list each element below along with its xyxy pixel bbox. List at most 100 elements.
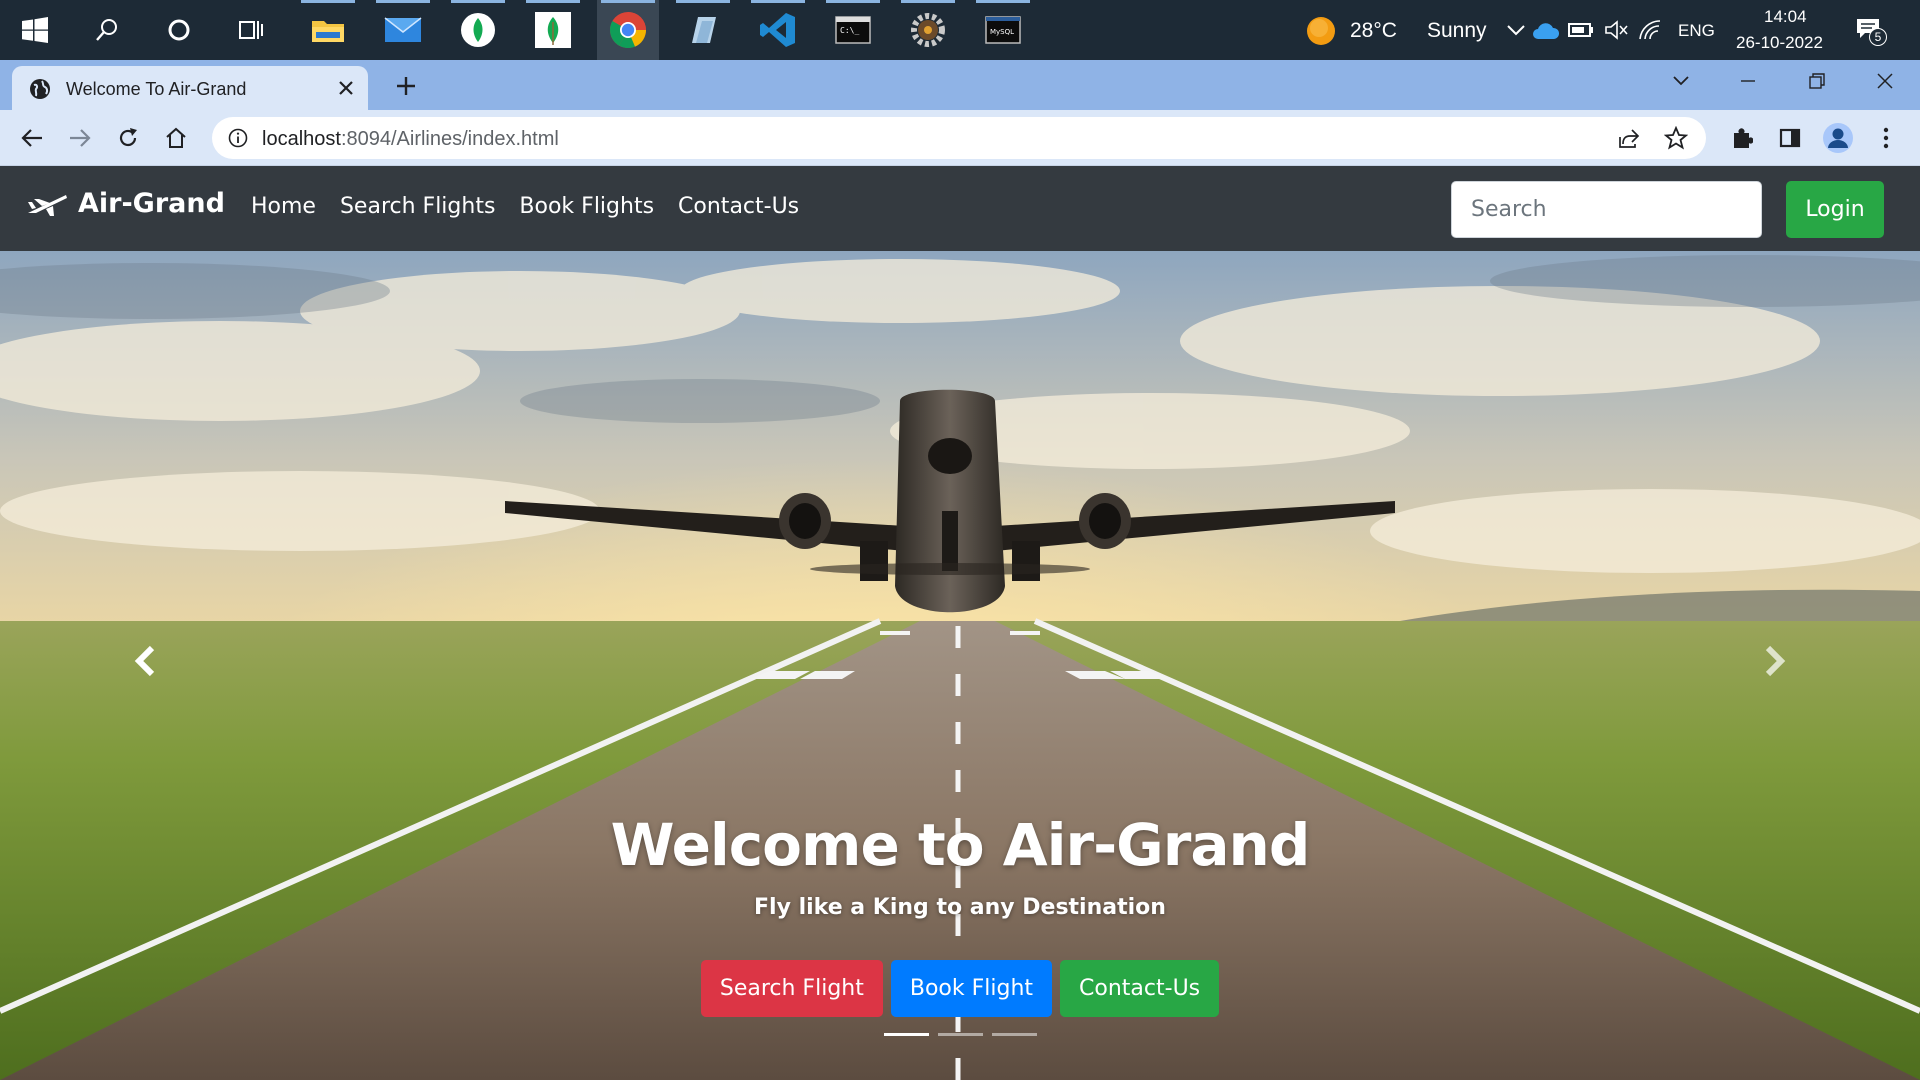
puzzle-icon [1734,128,1753,148]
url-text: localhost:8094/Airlines/index.html [262,128,559,151]
clock-time[interactable]: 14:04 [1764,7,1807,27]
carousel-indicator[interactable] [937,1033,983,1036]
tab-close-button[interactable] [334,76,358,100]
back-button[interactable] [14,120,50,156]
network-button[interactable] [1638,19,1664,45]
more-vertical-icon [1883,127,1889,149]
hero-title: Welcome to Air-Grand [610,811,1311,879]
cloud-icon [1533,23,1560,39]
minimize-icon [1741,80,1755,82]
notebook-app-button[interactable] [672,0,734,60]
site-navbar: Air-Grand Home Search Flights Book Fligh… [0,166,1920,251]
new-tab-button[interactable] [390,70,422,102]
forward-button[interactable] [62,120,98,156]
mysql-button[interactable]: MySQL [972,0,1034,60]
carousel-indicator[interactable] [991,1033,1037,1036]
task-view-button[interactable] [220,0,282,60]
nav-home[interactable]: Home [251,194,316,219]
carousel-indicator[interactable] [883,1033,929,1036]
taskbar-search-button[interactable] [76,0,138,60]
folder-icon [312,21,344,42]
chrome-icon [610,12,646,49]
chevron-left-icon [134,645,155,677]
chevron-right-icon [1765,645,1786,677]
vscode-button[interactable] [747,0,809,60]
notebook-app-icon [692,17,716,43]
restore-icon [1809,73,1825,89]
nav-book-flights[interactable]: Book Flights [519,194,654,219]
close-icon [1877,73,1893,89]
file-explorer-button[interactable] [297,0,359,60]
language-indicator[interactable]: ENG [1678,21,1715,41]
svg-text:C:\_: C:\_ [840,26,859,35]
contact-us-button[interactable]: Contact-Us [1060,960,1220,1017]
windows-logo-icon [22,17,48,43]
nav-links: Home Search Flights Book Flights Contact… [251,194,799,219]
mongodb-compass-icon [461,13,495,47]
browser-toolbar: localhost:8094/Airlines/index.html [0,110,1920,166]
search-icon [96,19,117,41]
reload-button[interactable] [110,120,146,156]
notification-count: 5 [1869,28,1887,46]
mysql-icon: MySQL [985,16,1021,44]
hero-background-image [0,251,1920,1080]
brand-link[interactable]: Air-Grand [26,188,225,219]
brand-name: Air-Grand [78,188,225,219]
volume-button[interactable] [1604,19,1628,45]
weather-widget[interactable] [1306,16,1336,50]
battery-icon [1568,23,1593,37]
browser-tab-strip: Welcome To Air-Grand [0,60,1920,110]
onedrive-icon-button[interactable] [1532,22,1560,44]
nav-search-flights[interactable]: Search Flights [340,194,495,219]
carousel-prev-button[interactable] [120,631,170,691]
search-flight-button[interactable]: Search Flight [700,960,883,1017]
search-input[interactable] [1451,181,1762,238]
close-window-button[interactable] [1850,60,1920,102]
task-view-icon [239,21,263,39]
share-icon[interactable] [1618,127,1640,149]
terminal-icon: C:\_ [835,16,871,44]
tab-title: Welcome To Air-Grand [66,79,247,99]
chevron-up-icon [1507,25,1525,36]
side-panel-button[interactable] [1772,120,1808,156]
browser-tab-active[interactable]: Welcome To Air-Grand [12,66,368,110]
chrome-button[interactable] [597,0,659,60]
cortana-button[interactable] [148,0,210,60]
tab-search-button[interactable] [1646,60,1716,102]
mongodb-leaf-icon [535,12,571,48]
terminal-button[interactable]: C:\_ [822,0,884,60]
book-flight-button[interactable]: Book Flight [890,960,1053,1017]
carousel-next-button[interactable] [1750,631,1800,691]
weather-condition[interactable]: Sunny [1427,19,1487,43]
notifications-button[interactable]: 5 [1855,16,1887,48]
browser-menu-button[interactable] [1868,120,1904,156]
profile-button[interactable] [1820,120,1856,156]
battery-button[interactable] [1568,22,1594,42]
home-button[interactable] [158,120,194,156]
minimize-button[interactable] [1713,60,1783,102]
mail-button[interactable] [372,0,434,60]
settings-app-button[interactable] [897,0,959,60]
windows-start-button[interactable] [4,0,66,60]
url-host: localhost [262,128,341,150]
avatar-icon [1823,123,1853,153]
nav-contact-us[interactable]: Contact-Us [678,194,799,219]
info-icon[interactable] [228,128,248,148]
show-hidden-icons-button[interactable] [1506,22,1526,41]
home-icon [166,127,186,148]
clock-date[interactable]: 26-10-2022 [1736,33,1823,53]
arrow-left-icon [21,129,42,147]
address-bar[interactable]: localhost:8094/Airlines/index.html [212,117,1706,159]
restore-button[interactable] [1782,60,1852,102]
mongodb-compass-button[interactable] [447,0,509,60]
login-button[interactable]: Login [1786,181,1884,238]
extensions-button[interactable] [1724,120,1760,156]
arrow-right-icon [70,129,91,147]
mongodb-button[interactable] [522,0,584,60]
sun-icon [1307,17,1335,45]
hero-carousel: Welcome to Air-Grand Fly like a King to … [0,251,1920,1080]
weather-temp[interactable]: 28°C [1350,19,1397,43]
hero-subtitle: Fly like a King to any Destination [754,895,1166,920]
star-icon[interactable] [1664,126,1688,150]
hero-buttons: Search Flight Book Flight Contact-Us [0,960,1920,1017]
